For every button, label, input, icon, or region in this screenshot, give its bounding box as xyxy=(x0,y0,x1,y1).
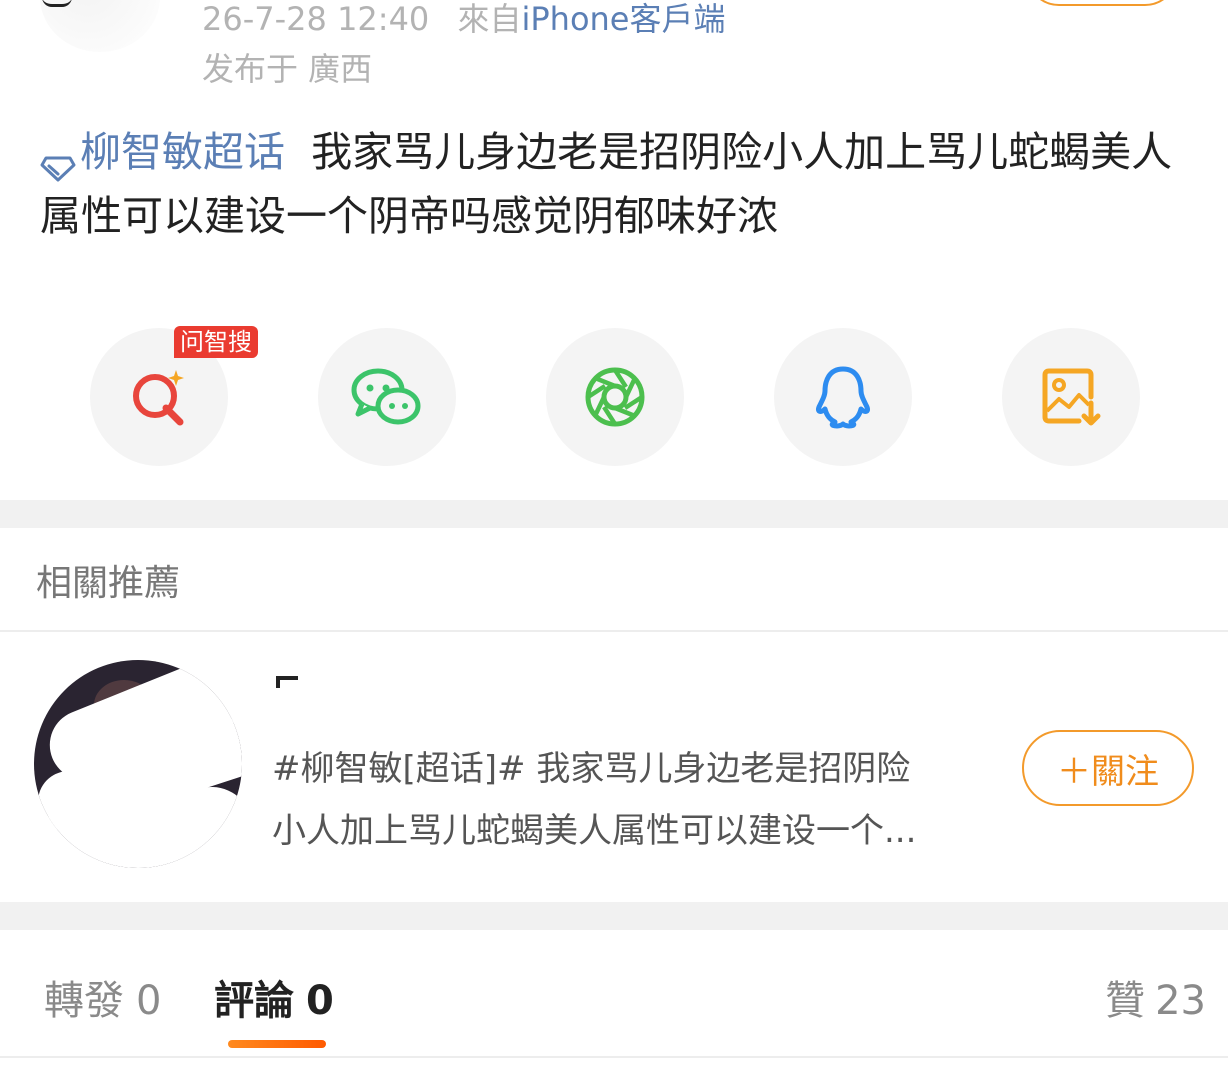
share-row: 问智搜 xyxy=(0,326,1228,468)
tab-repost-label: 轉發 xyxy=(44,978,124,1024)
moments-share-button[interactable] xyxy=(546,328,684,466)
qq-icon xyxy=(813,365,873,429)
related-text-line1: #柳智敏[超话]# 我家骂儿身边老是招阴险 xyxy=(272,749,911,789)
source-prefix: 來自 xyxy=(457,0,522,38)
related-divider xyxy=(0,630,1228,632)
post-meta: 26-7-28 12:40 來自iPhone客戶端 xyxy=(202,0,726,40)
supertopic-diamond-icon xyxy=(40,136,76,182)
tab-comment-label: 評論 xyxy=(214,978,294,1024)
save-image-button[interactable] xyxy=(1002,328,1140,466)
tab-repost-count: 0 xyxy=(136,978,162,1024)
author-follow-button[interactable] xyxy=(1026,0,1178,6)
wechat-share-button[interactable] xyxy=(318,328,456,466)
qq-share-button[interactable] xyxy=(774,328,912,466)
tab-likes[interactable]: 贊 23 xyxy=(1105,968,1206,1026)
related-text: #柳智敏[超话]# 我家骂儿身边老是招阴险 小人加上骂儿蛇蝎美人属性可以建设一个… xyxy=(272,738,992,862)
tabs-divider xyxy=(0,1056,1228,1058)
tab-comment[interactable]: 評論 0 xyxy=(214,968,334,1026)
active-tab-indicator xyxy=(228,1040,326,1048)
post-timestamp: 26-7-28 12:40 xyxy=(202,0,430,38)
related-text-line2: 小人加上骂儿蛇蝎美人属性可以建设一个... xyxy=(272,811,917,851)
tab-likes-label: 贊 xyxy=(1105,978,1146,1024)
follow-button[interactable]: ＋關注 xyxy=(1022,730,1194,806)
post-body: 柳智敏超话 我家骂儿身边老是招阴险小人加上骂儿蛇蝎美人属性可以建设一个阴帝吗感觉… xyxy=(40,120,1190,248)
wechat-icon xyxy=(350,366,424,428)
save-image-icon xyxy=(1041,367,1101,427)
tab-repost[interactable]: 轉發 0 xyxy=(44,968,161,1026)
author-avatar[interactable] xyxy=(40,0,160,52)
post-location: 发布于 廣西 xyxy=(202,50,373,88)
source-device: iPhone客戶端 xyxy=(521,0,726,38)
topic-label: 柳智敏超话 xyxy=(80,128,285,176)
section-divider xyxy=(0,500,1228,528)
ai-search-badge: 问智搜 xyxy=(174,326,258,358)
tab-likes-count: 23 xyxy=(1155,978,1206,1024)
moments-icon xyxy=(583,365,647,429)
related-avatar[interactable] xyxy=(34,660,242,868)
topic-link[interactable]: 柳智敏超话 xyxy=(40,128,285,182)
ai-search-icon xyxy=(128,366,190,428)
section-divider-2 xyxy=(0,902,1228,930)
tab-comment-count: 0 xyxy=(306,978,334,1024)
related-section-title: 相關推薦 xyxy=(36,563,181,604)
post-detail-page: 26-7-28 12:40 來自iPhone客戶端 发布于 廣西 柳智敏超话 我… xyxy=(0,0,1228,1080)
